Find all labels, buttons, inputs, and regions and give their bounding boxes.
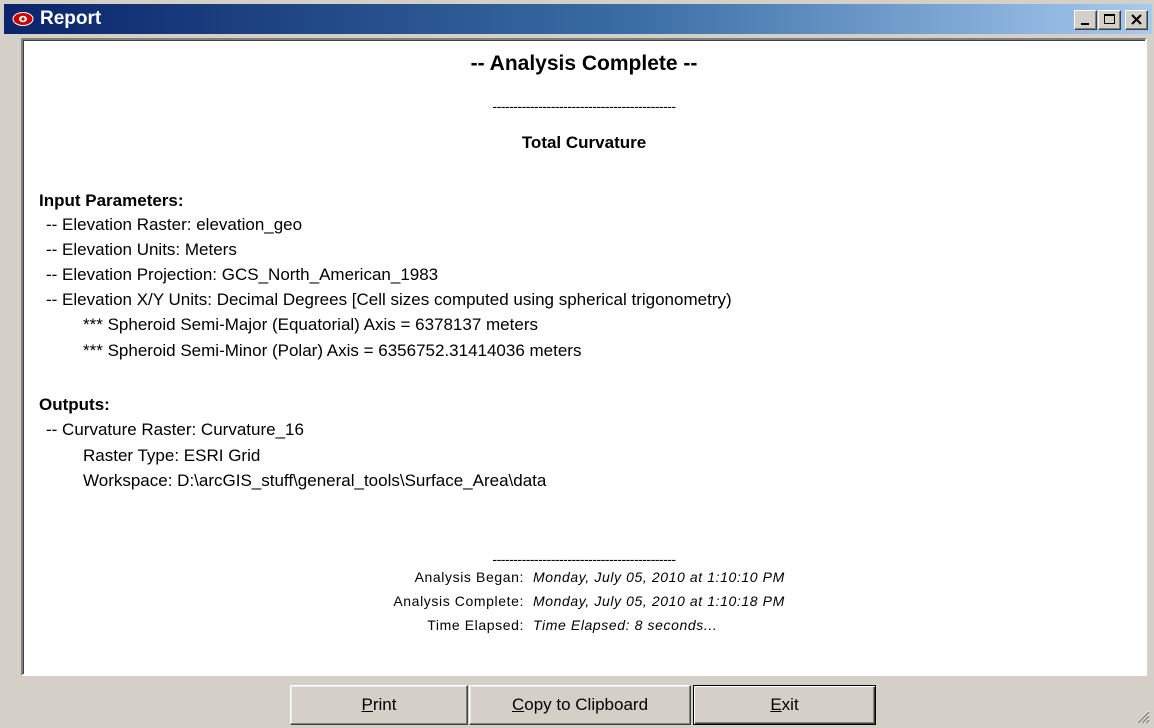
resize-grip-icon[interactable] bbox=[1132, 706, 1150, 724]
input-elevation-raster: -- Elevation Raster: elevation_geo bbox=[46, 215, 303, 234]
heading-divider: ----------------------------------------… bbox=[492, 98, 676, 114]
minimize-button[interactable] bbox=[1074, 10, 1097, 30]
minimize-icon bbox=[1081, 23, 1089, 25]
began-label: Analysis Began: bbox=[414, 569, 524, 585]
footer-divider: ----------------------------------------… bbox=[492, 551, 676, 567]
input-elevation-projection: -- Elevation Projection: GCS_North_Ameri… bbox=[46, 265, 439, 284]
complete-value: Monday, July 05, 2010 at 1:10:18 PM bbox=[533, 593, 785, 609]
elapsed-value: Time Elapsed: 8 seconds... bbox=[533, 617, 718, 633]
report-heading: -- Analysis Complete -- bbox=[470, 52, 698, 75]
exit-mnemonic: E bbox=[770, 695, 782, 714]
input-parameters-header: Input Parameters: bbox=[39, 191, 184, 210]
outputs-header: Outputs: bbox=[39, 395, 110, 414]
output-curvature-raster: -- Curvature Raster: Curvature_16 bbox=[46, 420, 304, 439]
maximize-icon bbox=[1104, 14, 1115, 24]
complete-label: Analysis Complete: bbox=[393, 593, 524, 609]
eye-icon bbox=[12, 12, 34, 26]
maximize-button[interactable] bbox=[1098, 10, 1121, 30]
output-raster-type: Raster Type: ESRI Grid bbox=[83, 446, 261, 465]
report-panel[interactable]: -- Analysis Complete -- ----------------… bbox=[21, 38, 1147, 676]
output-workspace: Workspace: D:\arcGIS_stuff\general_tools… bbox=[83, 471, 547, 490]
spheroid-semi-major: *** Spheroid Semi-Major (Equatorial) Axi… bbox=[83, 315, 538, 334]
report-window: Report -- Analysis Complete -- ---------… bbox=[0, 0, 1154, 728]
close-icon bbox=[1131, 14, 1142, 25]
copy-mnemonic: C bbox=[511, 695, 525, 714]
window-title: Report bbox=[40, 8, 102, 29]
copy-to-clipboard-button[interactable]: Copy to Clipboard bbox=[469, 685, 691, 725]
copy-label: opy to Clipboard bbox=[524, 695, 649, 714]
input-xy-units: -- Elevation X/Y Units: Decimal Degrees … bbox=[46, 290, 732, 309]
tool-name: Total Curvature bbox=[521, 133, 647, 152]
elapsed-label: Time Elapsed: bbox=[427, 617, 524, 633]
title-bar[interactable]: Report bbox=[4, 4, 1152, 34]
print-button[interactable]: Print bbox=[290, 685, 468, 725]
print-mnemonic: P bbox=[361, 695, 373, 714]
input-elevation-units: -- Elevation Units: Meters bbox=[46, 240, 237, 259]
spheroid-semi-minor: *** Spheroid Semi-Minor (Polar) Axis = 6… bbox=[83, 341, 582, 360]
exit-button[interactable]: Exit bbox=[693, 685, 876, 725]
began-value: Monday, July 05, 2010 at 1:10:10 PM bbox=[533, 569, 785, 585]
print-label: rint bbox=[372, 695, 397, 714]
exit-label: xit bbox=[781, 695, 799, 714]
close-button[interactable] bbox=[1125, 10, 1148, 30]
